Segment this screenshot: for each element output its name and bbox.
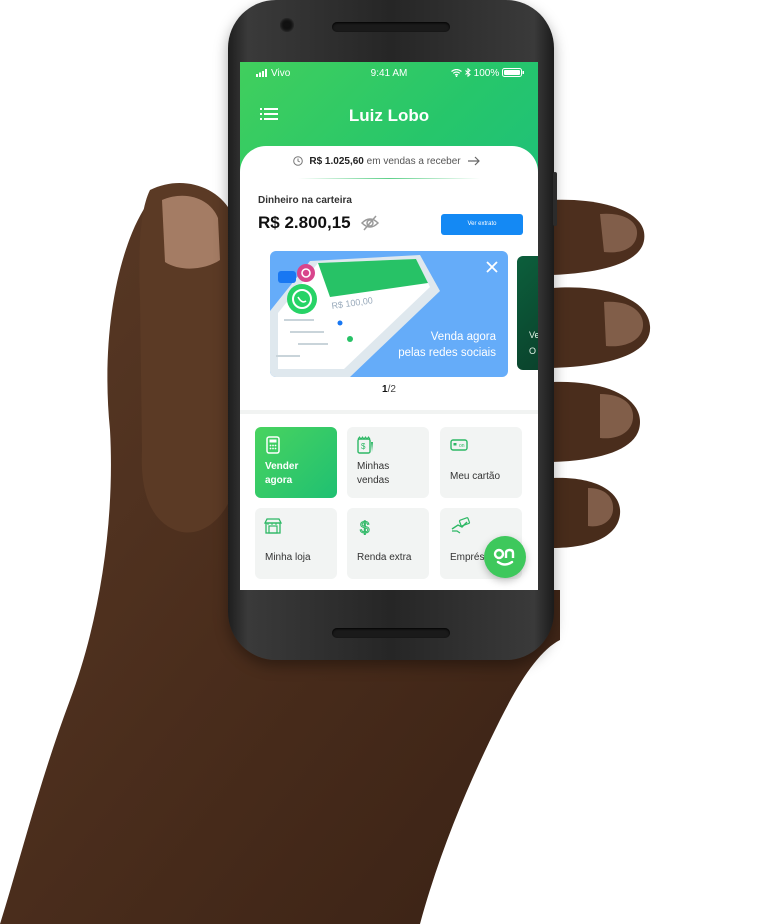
svg-text:$: $ [361,442,366,451]
page-title: Luiz Lobo [348,106,430,125]
on-chat-button[interactable] [484,536,526,578]
tile-label-line2: agora [265,475,293,486]
store-icon [264,518,282,534]
next-banner-text-line2: O [529,346,537,356]
tile-label: Minha loja [265,551,311,565]
wallet-label: Dinheiro na carteira [258,195,352,206]
pager-total: /2 [387,384,396,395]
section-divider [240,410,538,414]
power-button [553,172,557,226]
tile-meu-cartao[interactable]: on Meu cartão [440,427,522,498]
tile-minhas-vendas[interactable]: $ Minhas vendas [347,427,429,498]
next-banner-preview[interactable]: Ve O [517,256,538,370]
battery-status: 100% [451,67,524,79]
tile-label-line1: Minhas [357,461,390,472]
eye-off-icon[interactable] [360,214,380,232]
clock-icon [292,156,303,166]
app-screen: Vivo 9:41 AM 100% Luiz Lobo R$ 1.025,60 … [240,62,538,590]
receivable-text: em vendas a receber [366,156,461,167]
carousel-pager: 1/2 [240,384,538,395]
tile-label-line1: Renda extra [357,552,412,563]
loan-icon [451,517,471,534]
tile-label-line1: Meu cartão [450,471,501,482]
tile-minha-loja[interactable]: Minha loja [255,508,337,579]
banner-text-line2: pelas redes sociais [398,347,496,359]
tile-label-line2: vendas [357,475,390,486]
svg-text:on: on [459,443,465,449]
receipt-icon: $ [357,436,373,454]
tile-label-line1: Minha loja [265,552,311,563]
svg-text:$: $ [360,518,370,535]
on-logo-icon [493,548,515,566]
main-card: R$ 1.025,60 em vendas a receber Dinheiro… [240,146,538,590]
wifi-icon [451,68,462,77]
tile-label: Minhas vendas [357,460,389,488]
tile-label-line1: Vender [265,461,299,472]
close-icon[interactable] [486,261,498,273]
card-icon: on [450,439,468,451]
tile-label: Renda extra [357,551,411,565]
receivable-summary[interactable]: R$ 1.025,60 em vendas a receber [240,156,538,167]
receivable-amount: R$ 1.025,60 [309,156,364,167]
earpiece-speaker [332,22,450,32]
arrow-right-icon [468,156,481,166]
calculator-icon [266,436,280,454]
wallet-amount: R$ 2.800,15 [258,213,351,232]
divider [298,178,480,179]
banner-text: Venda agora pelas redes sociais [366,329,496,361]
front-camera [280,18,294,32]
tile-label: Meu cartão [450,470,500,484]
battery-icon [502,68,524,77]
status-bar: Vivo 9:41 AM 100% [240,62,538,84]
bottom-speaker [332,628,450,638]
bluetooth-icon [465,67,471,78]
next-banner-text-line1: Ve [529,330,538,340]
promo-banner[interactable]: R$ 100,00 Venda agora pelas redes sociai… [270,251,508,377]
view-statement-button[interactable]: Ver extrato [441,214,523,235]
tile-renda-extra[interactable]: $ Renda extra [347,508,429,579]
banner-text-line1: Venda agora [430,331,496,343]
battery-label: 100% [473,68,500,79]
tile-vender-agora[interactable]: Vender agora [255,427,337,498]
tile-label: Vender agora [265,460,298,488]
dollar-icon: $ [360,518,371,536]
